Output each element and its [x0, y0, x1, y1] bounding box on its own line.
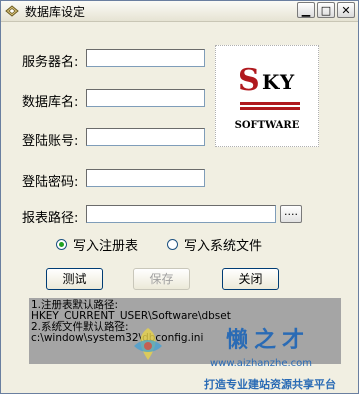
server-input[interactable] — [86, 49, 205, 67]
logo-caption: SOFTWARE — [234, 120, 300, 131]
report-path-label: 报表路径: — [22, 211, 79, 226]
watermark-url: www.aizhanzhe.com — [210, 358, 313, 369]
radio-registry[interactable]: 写入注册表 — [56, 235, 138, 254]
close-button[interactable]: 关闭 — [222, 268, 279, 290]
radio-system-file-label: 写入系统文件 — [184, 239, 263, 254]
radio-registry-indicator[interactable] — [56, 239, 67, 250]
minimize-button[interactable]: ▁ — [297, 2, 315, 18]
radio-system-file[interactable]: 写入系统文件 — [167, 235, 262, 254]
account-input[interactable] — [86, 128, 205, 146]
watermark-name: 懒之才 — [226, 327, 311, 353]
report-path-input[interactable] — [86, 205, 276, 223]
account-label: 登陆账号: — [22, 134, 79, 149]
database-input[interactable] — [86, 89, 205, 107]
password-input[interactable] — [86, 169, 205, 187]
window-controls: ▁ □ ✕ — [297, 2, 355, 18]
logo-stripes — [240, 102, 300, 112]
watermark-slogan: 打造专业建站资源共享平台 — [204, 378, 336, 391]
title-bar[interactable]: 数据库设定 ▁ □ ✕ — [1, 1, 358, 22]
logo-letters-ky: KY — [262, 70, 296, 94]
database-app-icon — [5, 5, 19, 17]
maximize-button[interactable]: □ — [317, 2, 335, 18]
test-button[interactable]: 测试 — [46, 268, 103, 290]
database-label: 数据库名: — [22, 95, 79, 110]
sky-software-logo: S KY SOFTWARE — [215, 45, 319, 147]
server-label: 服务器名: — [22, 55, 79, 70]
logo-letter-s: S — [238, 63, 260, 98]
radio-system-file-indicator[interactable] — [167, 239, 178, 250]
save-button[interactable]: 保存 — [133, 268, 190, 290]
window-title: 数据库设定 — [25, 5, 86, 19]
browse-button[interactable]: .... — [280, 205, 302, 223]
watermark-logo-icon — [134, 328, 162, 360]
password-label: 登陆密码: — [22, 175, 79, 190]
close-window-button[interactable]: ✕ — [337, 2, 355, 18]
radio-registry-label: 写入注册表 — [73, 239, 139, 254]
